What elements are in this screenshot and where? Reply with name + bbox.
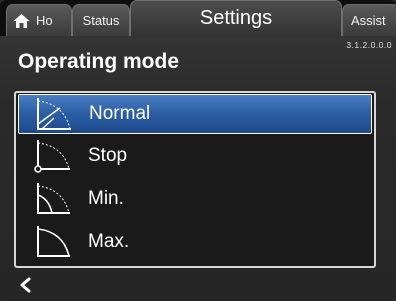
tab-assist[interactable]: Assist bbox=[342, 4, 396, 36]
tab-settings[interactable]: Settings bbox=[130, 0, 342, 36]
list-item-stop[interactable]: Stop bbox=[18, 136, 372, 176]
tab-status-label: Status bbox=[82, 13, 120, 28]
list-item-label: Normal bbox=[89, 103, 151, 124]
operating-mode-list: Normal Stop Min. Max. bbox=[14, 91, 376, 268]
tab-bar: Ho Status Settings Assist bbox=[0, 0, 396, 36]
normal-curve-icon bbox=[37, 98, 71, 130]
min-curve-icon bbox=[37, 183, 70, 214]
list-item-max[interactable]: Max. bbox=[18, 222, 372, 262]
list-item-normal[interactable]: Normal bbox=[18, 94, 372, 134]
home-icon bbox=[13, 13, 30, 28]
stop-curve-icon bbox=[34, 140, 70, 173]
list-item-label: Max. bbox=[88, 231, 130, 252]
tab-home-label: Ho bbox=[36, 13, 53, 28]
list-item-label: Stop bbox=[88, 145, 128, 166]
list-item-label: Min. bbox=[88, 188, 124, 209]
page-title: Operating mode bbox=[18, 50, 180, 73]
max-curve-icon bbox=[37, 226, 70, 257]
tab-settings-label: Settings bbox=[199, 7, 273, 29]
version-number: 3.1.2.0.0.0 bbox=[346, 40, 392, 50]
tab-home[interactable]: Ho bbox=[6, 4, 72, 36]
tab-status[interactable]: Status bbox=[72, 4, 130, 36]
display-screen: Ho Status Settings Assist 3.1.2.0.0.0 Op… bbox=[0, 0, 396, 301]
chevron-left-icon[interactable] bbox=[16, 276, 36, 294]
list-item-min[interactable]: Min. bbox=[18, 179, 372, 219]
tab-assist-label: Assist bbox=[351, 13, 386, 28]
